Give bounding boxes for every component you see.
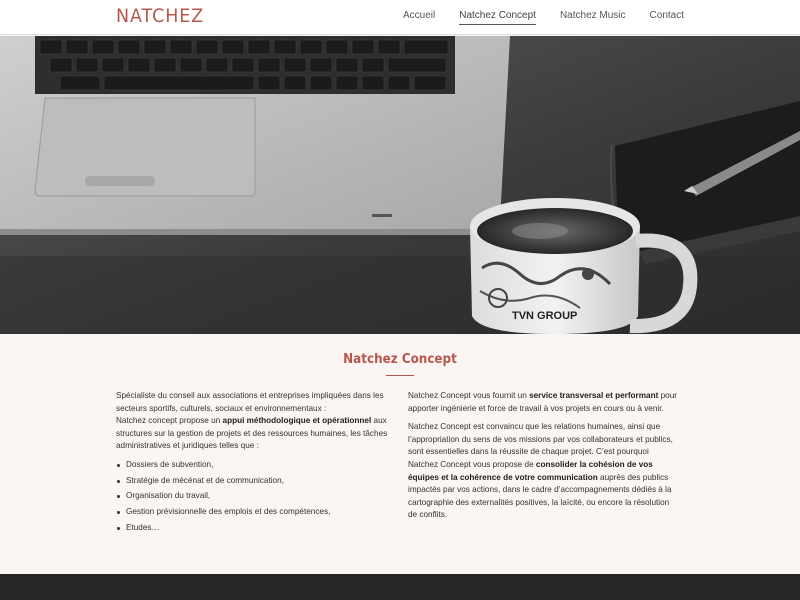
- site-header: NATCHEZ Accueil Natchez Concept Natchez …: [0, 0, 800, 35]
- right-column: Natchez Concept vous fournit un service …: [408, 390, 680, 528]
- page-title: Natchez Concept: [343, 352, 457, 367]
- main-nav: Accueil Natchez Concept Natchez Music Co…: [403, 0, 684, 35]
- hero-image: TVN GROUP: [0, 36, 800, 334]
- left-paragraph: Natchez concept propose un appui méthodo…: [116, 416, 388, 451]
- nav-item-accueil[interactable]: Accueil: [403, 10, 435, 25]
- list-item: Organisation du travail,: [116, 490, 388, 503]
- right-paragraph-1: Natchez Concept vous fournit un service …: [408, 391, 677, 413]
- list-item: Etudes…: [116, 522, 388, 535]
- nav-item-natchez-music[interactable]: Natchez Music: [560, 10, 626, 25]
- nav-item-contact[interactable]: Contact: [650, 10, 684, 25]
- mug-print-text: TVN GROUP: [512, 310, 577, 322]
- left-column: Spécialiste du conseil aux associations …: [116, 390, 388, 537]
- right-paragraph-2: Natchez Concept est convaincu que les re…: [408, 422, 673, 520]
- left-emphasis: appui méthodologique et opérationnel: [222, 416, 372, 426]
- site-footer: [0, 574, 800, 600]
- title-divider: [386, 375, 414, 376]
- site-logo[interactable]: NATCHEZ: [116, 5, 204, 27]
- list-item: Dossiers de subvention,: [116, 459, 388, 472]
- right-emphasis-1: service transversal et performant: [529, 391, 659, 400]
- list-item: Stratégie de mécénat et de communication…: [116, 475, 388, 488]
- nav-item-natchez-concept[interactable]: Natchez Concept: [459, 10, 536, 25]
- services-list: Dossiers de subvention, Stratégie de méc…: [116, 459, 388, 534]
- hero-illustration: TVN GROUP: [0, 36, 800, 334]
- left-intro: Spécialiste du conseil aux associations …: [116, 391, 384, 413]
- list-item: Gestion prévisionnelle des emplois et de…: [116, 506, 388, 519]
